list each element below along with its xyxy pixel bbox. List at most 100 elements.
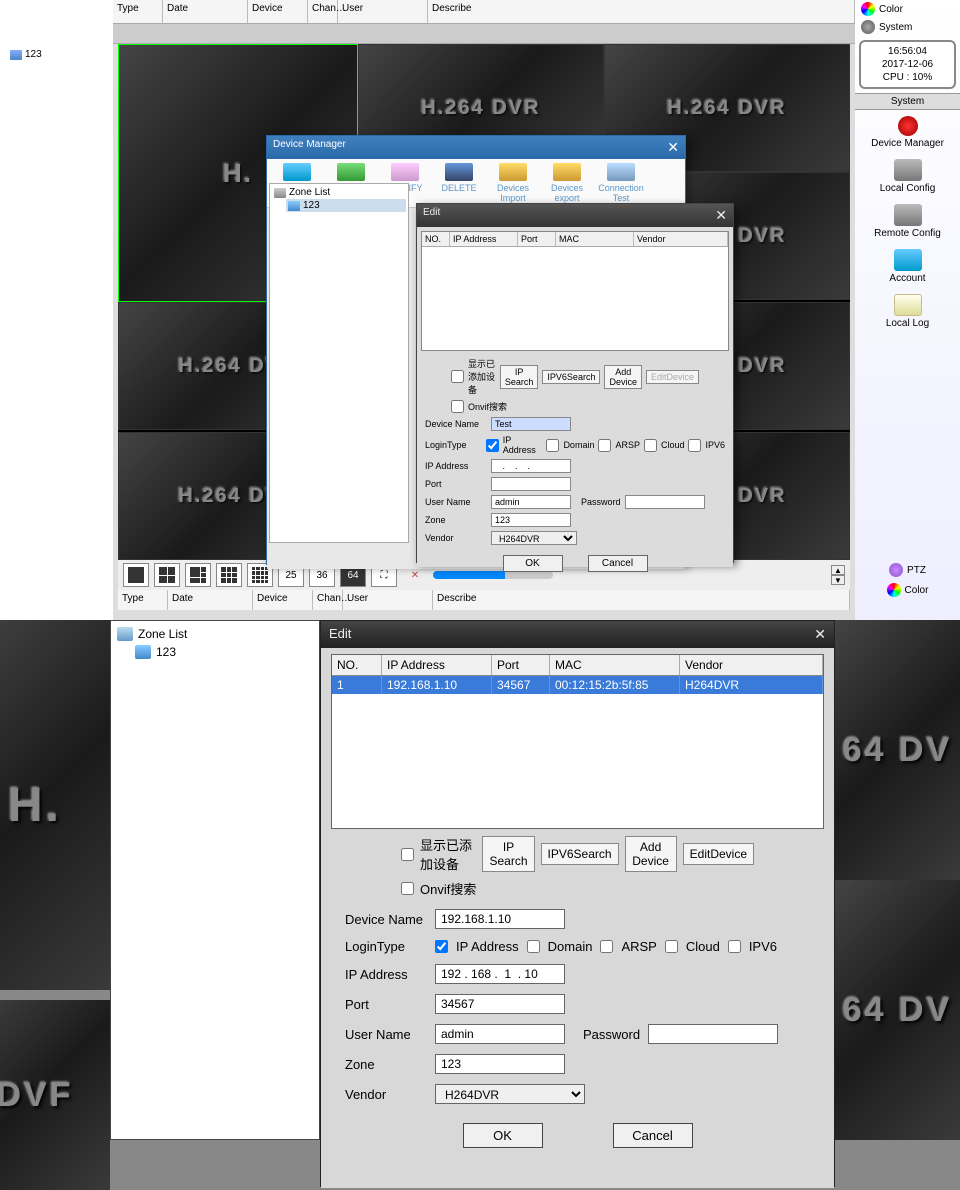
col-vendor[interactable]: Vendor xyxy=(680,655,823,675)
tree-item[interactable]: 123 xyxy=(6,45,113,64)
username-input[interactable] xyxy=(435,1024,565,1044)
zone-input[interactable] xyxy=(435,1054,565,1074)
color-item[interactable]: Color xyxy=(855,0,960,18)
pass-label: Password xyxy=(581,497,621,507)
col-ip[interactable]: IP Address xyxy=(450,232,518,246)
col-desc[interactable]: Describe xyxy=(428,0,855,23)
ip-checkbox[interactable] xyxy=(435,940,448,953)
vendor-select[interactable]: H264DVR xyxy=(491,531,577,545)
cancel-button[interactable]: Cancel xyxy=(613,1123,693,1148)
col-type[interactable]: Type xyxy=(118,590,168,610)
close-icon[interactable]: ✕ xyxy=(715,207,727,224)
col-mac[interactable]: MAC xyxy=(556,232,634,246)
dm-titlebar[interactable]: Device Manager ✕ xyxy=(267,136,685,159)
import-button[interactable]: Devices Import xyxy=(487,163,539,203)
domain-checkbox[interactable] xyxy=(546,439,559,452)
col-user[interactable]: User xyxy=(338,0,428,23)
arsp-checkbox[interactable] xyxy=(598,439,611,452)
volume-slider[interactable] xyxy=(433,571,553,579)
show-added-checkbox[interactable] xyxy=(401,848,414,861)
col-chan[interactable]: Chan… xyxy=(313,590,343,610)
cloud-checkbox[interactable] xyxy=(644,439,657,452)
ip-label: IP Address xyxy=(425,461,487,471)
ip-input[interactable] xyxy=(491,459,571,473)
cloud-checkbox[interactable] xyxy=(665,940,678,953)
layout-6-button[interactable] xyxy=(185,563,211,587)
col-no[interactable]: NO. xyxy=(422,232,450,246)
test-button[interactable]: Connection Test xyxy=(595,163,647,203)
user-label: User Name xyxy=(425,497,487,507)
add-device-button[interactable]: Add Device xyxy=(625,836,677,872)
zone-input[interactable] xyxy=(491,513,571,527)
account-button[interactable]: Account xyxy=(855,243,960,288)
close-icon[interactable]: ✕ xyxy=(667,139,679,156)
col-no[interactable]: NO. xyxy=(332,655,382,675)
col-date[interactable]: Date xyxy=(163,0,248,23)
watermark: H.264 DVR xyxy=(667,97,786,120)
zone-item[interactable]: 123 xyxy=(286,199,406,212)
domain-checkbox[interactable] xyxy=(527,940,540,953)
col-vendor[interactable]: Vendor xyxy=(634,232,728,246)
onvif-checkbox[interactable] xyxy=(401,882,414,895)
password-input[interactable] xyxy=(648,1024,778,1044)
ipv6-search-button[interactable]: IPV6Search xyxy=(541,843,619,865)
col-port[interactable]: Port xyxy=(518,232,556,246)
zone-list-node[interactable]: Zone List xyxy=(272,186,406,199)
col-chan[interactable]: Chan… xyxy=(308,0,338,23)
zone-list-node[interactable]: Zone List xyxy=(115,625,315,643)
device-name-input[interactable] xyxy=(491,417,571,431)
export-button[interactable]: Devices export xyxy=(541,163,593,203)
remote-config-button[interactable]: Remote Config xyxy=(855,198,960,243)
device-name-input[interactable] xyxy=(435,909,565,929)
col-device[interactable]: Device xyxy=(253,590,313,610)
ip-input[interactable] xyxy=(435,964,565,984)
layout-4-button[interactable] xyxy=(154,563,180,587)
zone-item[interactable]: 123 xyxy=(133,643,315,661)
ip-list[interactable]: NO. IP Address Port MAC Vendor 1 192.168… xyxy=(331,654,824,829)
ip-search-button[interactable]: IP Search xyxy=(500,365,539,389)
ok-button[interactable]: OK xyxy=(503,555,563,572)
edit-big-titlebar[interactable]: Edit ✕ xyxy=(321,621,834,648)
vendor-select[interactable]: H264DVR xyxy=(435,1084,585,1104)
layout-9-button[interactable] xyxy=(216,563,242,587)
scroll-up-button[interactable]: ▲ xyxy=(831,565,845,575)
ok-button[interactable]: OK xyxy=(463,1123,543,1148)
edit-titlebar[interactable]: Edit ✕ xyxy=(417,204,733,227)
password-input[interactable] xyxy=(625,495,705,509)
edit-device-button[interactable]: EditDevice xyxy=(646,370,699,384)
ip-checkbox[interactable] xyxy=(486,439,499,452)
ipv6-checkbox[interactable] xyxy=(728,940,741,953)
port-input[interactable] xyxy=(491,477,571,491)
onvif-checkbox[interactable] xyxy=(451,400,464,413)
layout-1-button[interactable] xyxy=(123,563,149,587)
arsp-checkbox[interactable] xyxy=(600,940,613,953)
col-type[interactable]: Type xyxy=(113,0,163,23)
ipv6-checkbox[interactable] xyxy=(688,439,701,452)
system-item[interactable]: System xyxy=(855,18,960,36)
ip-search-button[interactable]: IP Search xyxy=(482,836,534,872)
col-mac[interactable]: MAC xyxy=(550,655,680,675)
col-ip[interactable]: IP Address xyxy=(382,655,492,675)
close-icon[interactable]: ✕ xyxy=(814,626,826,643)
device-manager-button[interactable]: Device Manager xyxy=(855,110,960,153)
edit-device-button[interactable]: EditDevice xyxy=(683,843,754,865)
list-row[interactable]: 1 192.168.1.10 34567 00:12:15:2b:5f:85 H… xyxy=(332,676,823,694)
col-desc[interactable]: Describe xyxy=(433,590,850,610)
local-log-button[interactable]: Local Log xyxy=(855,288,960,333)
ip-list[interactable]: NO. IP Address Port MAC Vendor xyxy=(421,231,729,351)
col-date[interactable]: Date xyxy=(168,590,253,610)
col-user[interactable]: User xyxy=(343,590,433,610)
ipv6-search-button[interactable]: IPV6Search xyxy=(542,370,600,384)
port-input[interactable] xyxy=(435,994,565,1014)
add-device-button[interactable]: Add Device xyxy=(604,365,642,389)
username-input[interactable] xyxy=(491,495,571,509)
show-added-checkbox[interactable] xyxy=(451,370,464,383)
zone-label: Zone xyxy=(425,515,487,525)
local-config-button[interactable]: Local Config xyxy=(855,153,960,198)
delete-button[interactable]: DELETE xyxy=(433,163,485,203)
cancel-button[interactable]: Cancel xyxy=(588,555,648,572)
scroll-down-button[interactable]: ▼ xyxy=(831,575,845,585)
col-device[interactable]: Device xyxy=(248,0,308,23)
color-item-2[interactable]: Color xyxy=(855,579,960,604)
col-port[interactable]: Port xyxy=(492,655,550,675)
